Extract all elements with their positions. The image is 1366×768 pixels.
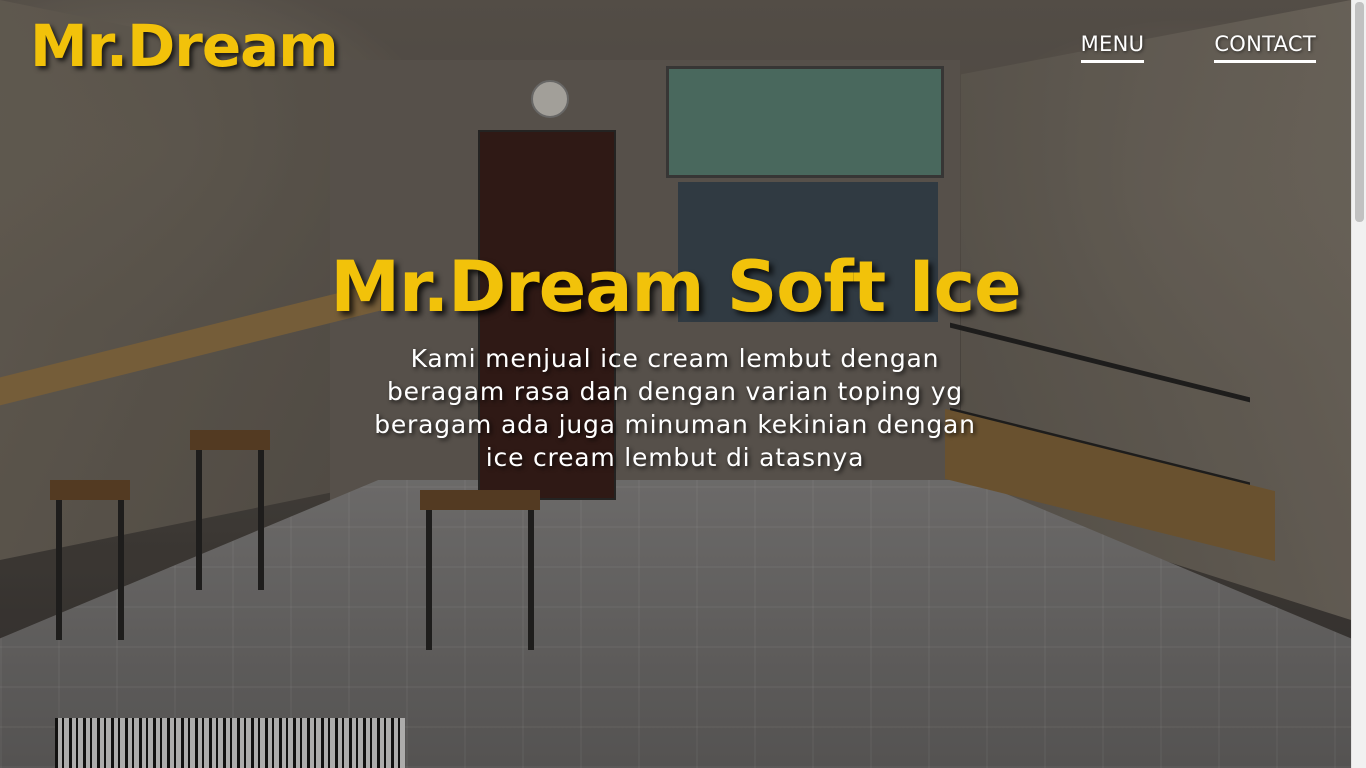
page-scrollbar[interactable] — [1351, 0, 1366, 768]
site-logo[interactable]: Mr.Dream — [30, 12, 339, 80]
main-nav: MENU CONTACT — [1080, 32, 1316, 63]
nav-link-contact[interactable]: CONTACT — [1214, 32, 1316, 63]
scrollbar-thumb[interactable] — [1355, 2, 1364, 222]
hero-description: Kami menjual ice cream lembut dengan ber… — [374, 344, 976, 472]
hero-title: Mr.Dream Soft Ice — [330, 246, 1021, 328]
nav-link-menu[interactable]: MENU — [1080, 32, 1145, 63]
